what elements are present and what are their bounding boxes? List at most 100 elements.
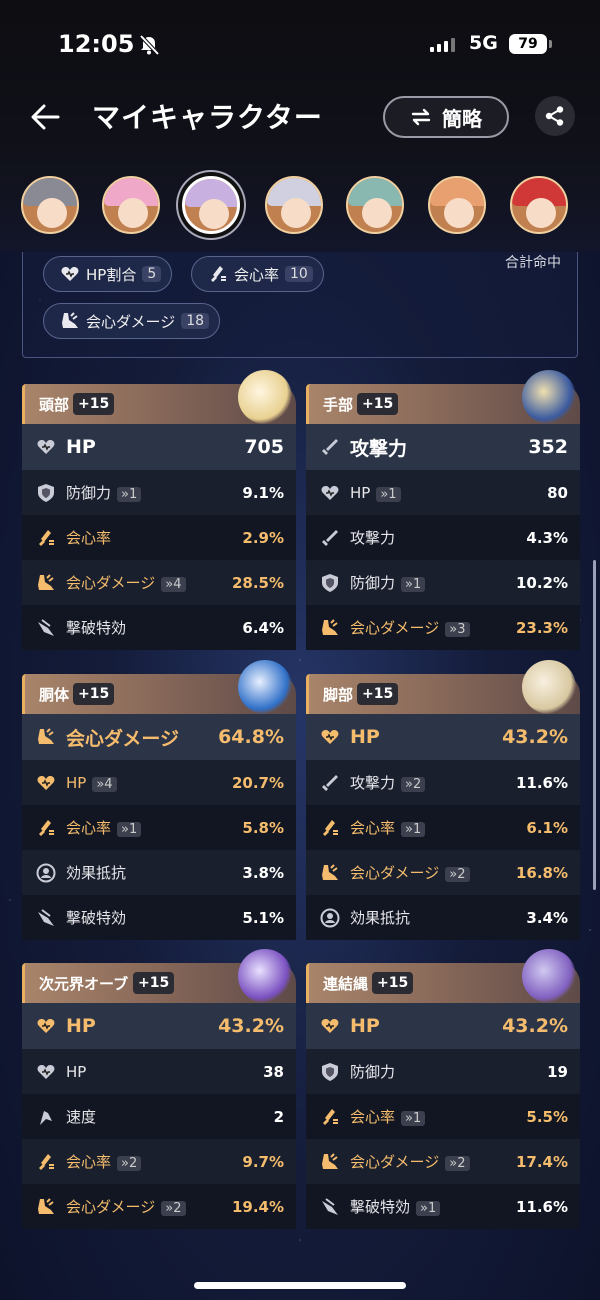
relic-level-badge: +15 (357, 683, 399, 705)
summary-pill-hp[interactable]: HP割合 5 (43, 256, 173, 292)
stat-name-wrap: 防御力 »1 (350, 572, 426, 593)
character-avatar[interactable] (21, 176, 79, 234)
character-avatar[interactable] (346, 176, 404, 234)
share-button[interactable] (535, 96, 575, 136)
relic-image (238, 660, 292, 714)
stat-name-wrap: HP »4 (66, 774, 117, 792)
relic-image (522, 660, 576, 714)
summary-pill-label: 会心ダメージ (86, 312, 176, 331)
stat-name-wrap: HP (66, 1063, 86, 1081)
relic-main-stat: 会心ダメージ 64.8% (22, 714, 296, 760)
speed-icon (36, 1107, 56, 1127)
relic-level-badge: +15 (133, 972, 175, 994)
hp-icon (320, 483, 340, 503)
brief-view-label: 簡略 (442, 106, 482, 131)
stat-value: 11.6% (515, 773, 568, 792)
relic-sub-stat: 会心率 »1 6.1% (306, 805, 580, 850)
upgrade-count-badge: »2 (161, 1201, 186, 1216)
relic-slot-name: 次元界オーブ (39, 975, 129, 993)
upgrade-count-badge: »3 (445, 622, 470, 637)
atk-icon (320, 528, 340, 548)
stat-name-wrap: 会心率 »1 (350, 1106, 426, 1127)
relic-image (238, 949, 292, 1003)
brief-view-button[interactable]: 簡略 (383, 96, 509, 138)
character-avatar[interactable] (510, 176, 568, 234)
summary-pill-count: 5 (142, 266, 162, 282)
stat-value: 9.1% (242, 483, 284, 502)
relic-card[interactable]: 脚部 +15 HP 43.2% 攻撃力 »2 11.6% 会心率 »1 6.1% 会… (306, 660, 580, 940)
character-avatar[interactable] (265, 176, 323, 234)
stat-name: 防御力 (350, 1063, 396, 1081)
relic-card[interactable]: 頭部 +15 HP 705 防御力 »1 9.1% 会心率 2.9% 会心ダメージ… (22, 370, 296, 650)
relic-card[interactable]: 連結縄 +15 HP 43.2% 防御力 19 会心率 »1 5.5% 会心ダメー… (306, 949, 580, 1229)
crit-rate-icon (320, 818, 340, 838)
stat-name-wrap: 会心ダメージ »3 (350, 617, 470, 638)
stat-name: 会心ダメージ (350, 1153, 440, 1171)
stat-name: 会心率 (66, 529, 112, 547)
stat-value: 5.5% (526, 1107, 568, 1126)
stat-name: 攻撃力 (350, 529, 396, 547)
crit-dmg-icon (320, 1152, 340, 1172)
crit-dmg-icon (320, 618, 340, 638)
stat-name: 攻撃力 (350, 437, 408, 460)
upgrade-count-badge: »1 (376, 486, 401, 502)
stat-name: HP (66, 436, 96, 458)
stat-name-wrap: 会心率 »2 (66, 1151, 142, 1172)
stat-value: 5.8% (242, 818, 284, 837)
stat-name-wrap: 会心ダメージ »2 (350, 1151, 470, 1172)
stat-name: 撃破特効 (66, 909, 127, 927)
summary-pill-crit-dmg[interactable]: 会心ダメージ 18 (43, 303, 221, 339)
page-title: マイキャラクター (92, 101, 323, 134)
atk-icon (320, 773, 340, 793)
summary-pill-count: 10 (285, 266, 313, 282)
stat-value: 28.5% (231, 573, 284, 592)
stat-value: 11.6% (515, 1197, 568, 1216)
relic-card[interactable]: 胴体 +15 会心ダメージ 64.8% HP »4 20.7% 会心率 »1 5.8… (22, 660, 296, 940)
stat-value: 3.8% (242, 863, 284, 882)
stat-name: 撃破特効 (350, 1198, 411, 1216)
upgrade-count-badge: »2 (117, 1156, 142, 1171)
stat-name: 防御力 (350, 574, 396, 592)
crit-dmg-icon (320, 863, 340, 883)
relic-image (238, 370, 292, 424)
stat-name-wrap: 会心率 »1 (66, 817, 142, 838)
stat-name-wrap: 撃破特効 (66, 907, 126, 928)
def-icon (36, 483, 56, 503)
share-icon (545, 106, 564, 126)
signal-icon (430, 36, 455, 52)
back-arrow-icon[interactable] (28, 100, 62, 134)
status-time: 12:05 (58, 30, 135, 58)
stat-name-wrap: 会心ダメージ »4 (66, 572, 186, 593)
character-avatar[interactable] (428, 176, 486, 234)
stat-name: 会心ダメージ (66, 727, 180, 750)
stat-name-wrap: 防御力 (350, 1061, 395, 1082)
summary-pill-crit-rate[interactable]: 会心率 10 (191, 256, 324, 292)
break-icon (320, 1197, 340, 1217)
home-indicator[interactable] (194, 1282, 406, 1289)
relic-slot-name: 胴体 (39, 686, 70, 704)
stat-name-wrap: 防御力 »1 (66, 482, 142, 503)
stat-name-wrap: HP »1 (350, 484, 401, 502)
relic-sub-stat: 効果抵抗 3.4% (306, 895, 580, 940)
relic-card[interactable]: 次元界オーブ +15 HP 43.2% HP 38 速度 2 会心率 »2 9.7… (22, 949, 296, 1229)
relic-main-stat: 攻撃力 352 (306, 424, 580, 470)
hp-icon (36, 1062, 56, 1082)
stat-value: 17.4% (515, 1152, 568, 1171)
relic-sub-stat: 攻撃力 »2 11.6% (306, 760, 580, 805)
scrollbar[interactable] (593, 560, 596, 890)
relic-image (522, 949, 576, 1003)
character-avatar[interactable] (182, 176, 240, 234)
relic-card[interactable]: 手部 +15 攻撃力 352 HP »1 80 攻撃力 4.3% 防御力 »1 10… (306, 370, 580, 650)
character-avatar[interactable] (102, 176, 160, 234)
stat-name: 撃破特効 (66, 619, 127, 637)
stat-name: 攻撃力 (350, 774, 396, 792)
relic-sub-stat: 撃破特効 »1 11.6% (306, 1184, 580, 1229)
effect-res-icon (36, 863, 56, 883)
upgrade-count-badge: »1 (416, 1201, 441, 1216)
relic-sub-stat: 防御力 19 (306, 1049, 580, 1094)
relic-sub-stat: 会心率 »2 9.7% (22, 1139, 296, 1184)
hp-icon (36, 437, 56, 457)
stat-value: 10.2% (515, 573, 568, 592)
stat-name-wrap: 効果抵抗 (350, 907, 410, 928)
upgrade-count-badge: »4 (92, 776, 117, 792)
